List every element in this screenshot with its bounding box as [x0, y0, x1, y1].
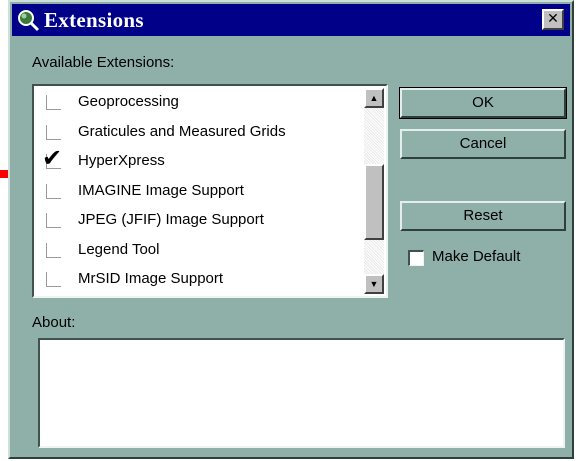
list-item[interactable]: Graticules and Measured Grids	[34, 118, 352, 148]
make-default-checkbox[interactable]	[408, 250, 424, 266]
scroll-thumb[interactable]	[364, 164, 384, 240]
extension-checkbox[interactable]	[46, 213, 61, 228]
close-button[interactable]: ✕	[542, 9, 564, 30]
cancel-button[interactable]: Cancel	[400, 129, 566, 159]
close-icon: ✕	[547, 11, 559, 27]
scroll-up-button[interactable]: ▲	[364, 88, 384, 108]
extension-checkbox[interactable]	[46, 272, 61, 287]
make-default-label: Make Default	[432, 248, 521, 265]
extension-label: MrSID Image Support	[78, 270, 224, 287]
title-bar: Extensions ✕	[12, 4, 570, 36]
extension-label: JPEG (JFIF) Image Support	[78, 211, 264, 228]
reset-button[interactable]: Reset	[400, 201, 566, 231]
scroll-down-button[interactable]: ▼	[364, 274, 384, 294]
list-item[interactable]: IMAGINE Image Support	[34, 177, 352, 207]
extension-label: IMAGINE Image Support	[78, 181, 244, 199]
vertical-scrollbar[interactable]: ▲ ▼	[364, 88, 384, 294]
list-item[interactable]: Geoprocessing	[34, 88, 352, 118]
extension-checkbox[interactable]	[46, 124, 61, 140]
list-item[interactable]: Legend Tool	[34, 236, 352, 266]
extension-label: Graticules and Measured Grids	[78, 122, 286, 140]
list-item[interactable]: ✔ HyperXpress	[34, 144, 352, 177]
window-title: Extensions	[44, 8, 144, 32]
extension-checkbox[interactable]	[46, 183, 61, 199]
available-extensions-label: Available Extensions:	[32, 54, 175, 71]
extension-label: HyperXpress	[78, 152, 165, 169]
extensions-list[interactable]: Geoprocessing Graticules and Measured Gri…	[32, 84, 388, 298]
list-item[interactable]: MrSID Image Support	[34, 265, 352, 295]
about-textbox	[38, 338, 565, 448]
extensions-dialog: Extensions ✕ Available Extensions: Geopr…	[8, 0, 574, 459]
checkmark-icon: ✔	[42, 144, 63, 172]
list-item[interactable]: JPEG (JFIF) Image Support	[34, 206, 352, 236]
ok-button[interactable]: OK	[399, 87, 567, 119]
extension-checkbox[interactable]	[46, 95, 61, 110]
extension-label: Geoprocessing	[78, 93, 179, 110]
about-label: About:	[32, 314, 76, 331]
extension-label: Legend Tool	[78, 240, 160, 258]
extension-checkbox[interactable]	[46, 242, 61, 258]
magnifier-globe-icon	[18, 10, 40, 32]
